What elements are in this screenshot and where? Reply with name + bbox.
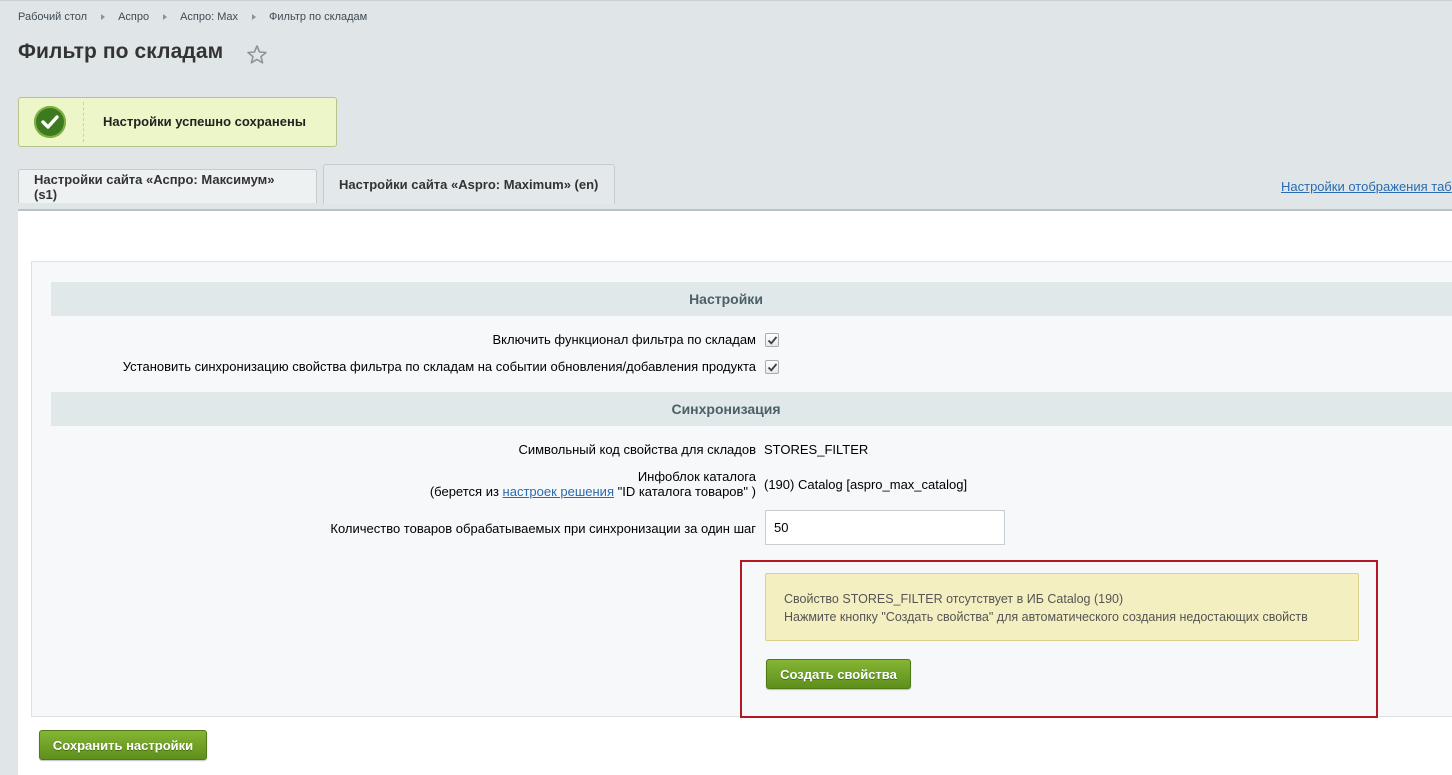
save-settings-button[interactable]: Сохранить настройки <box>39 730 207 760</box>
enable-filter-label: Включить функционал фильтра по складам <box>492 332 757 347</box>
breadcrumb-item-aspro[interactable]: Аспро <box>118 11 149 23</box>
message-divider <box>83 102 84 142</box>
solution-settings-link[interactable]: настроек решения <box>503 484 614 499</box>
sync-on-update-checkbox[interactable] <box>765 360 779 374</box>
check-circle-icon <box>34 106 66 138</box>
breadcrumb: Рабочий стол Аспро Аспро: Max Фильтр по … <box>18 11 367 23</box>
highlight-frame <box>740 560 1378 718</box>
catalog-iblock-label-title: Инфоблок каталога <box>637 469 756 484</box>
prop-code-label: Символьный код свойства для складов <box>518 442 756 457</box>
row-catalog-iblock: Инфоблок каталога (берется из настроек р… <box>32 469 756 501</box>
chevron-right-icon <box>101 14 106 20</box>
success-message: Настройки успешно сохранены <box>18 97 337 147</box>
catalog-iblock-label-suffix: "ID каталога товаров" ) <box>613 484 756 499</box>
items-per-step-input[interactable] <box>765 510 1005 545</box>
tab-display-settings-link[interactable]: Настройки отображения таб <box>1281 179 1452 194</box>
breadcrumb-item-current[interactable]: Фильтр по складам <box>269 11 367 23</box>
catalog-iblock-value: (190) Catalog [aspro_max_catalog] <box>764 477 968 492</box>
row-sync-on-update: Установить синхронизацию свойства фильтр… <box>32 359 756 375</box>
page-title: Фильтр по складам <box>18 40 224 63</box>
section-sync-heading: Синхронизация <box>51 392 1452 426</box>
row-enable-filter: Включить функционал фильтра по складам <box>32 332 757 348</box>
section-settings-heading: Настройки <box>51 282 1452 316</box>
tab-site-en[interactable]: Настройки сайта «Aspro: Maximum» (en) <box>323 164 615 204</box>
row-prop-code: Символьный код свойства для складов <box>32 442 756 458</box>
enable-filter-checkbox[interactable] <box>765 333 779 347</box>
catalog-iblock-label: Инфоблок каталога (берется из настроек р… <box>430 469 756 499</box>
breadcrumb-item-desktop[interactable]: Рабочий стол <box>18 11 87 23</box>
chevron-right-icon <box>252 14 257 20</box>
top-border <box>0 0 1452 1</box>
tab-site-s1[interactable]: Настройки сайта «Аспро: Максимум» (s1) <box>18 169 317 203</box>
star-icon[interactable] <box>246 44 268 64</box>
items-per-step-label: Количество товаров обрабатываемых при си… <box>330 521 756 536</box>
chevron-right-icon <box>163 14 168 20</box>
catalog-iblock-label-prefix: (берется из <box>429 484 503 499</box>
sync-on-update-label: Установить синхронизацию свойства фильтр… <box>122 359 756 374</box>
row-items-per-step: Количество товаров обрабатываемых при си… <box>32 521 756 537</box>
prop-code-value: STORES_FILTER <box>764 442 869 457</box>
breadcrumb-item-aspro-max[interactable]: Аспро: Max <box>180 11 238 23</box>
success-message-text: Настройки успешно сохранены <box>103 114 306 129</box>
